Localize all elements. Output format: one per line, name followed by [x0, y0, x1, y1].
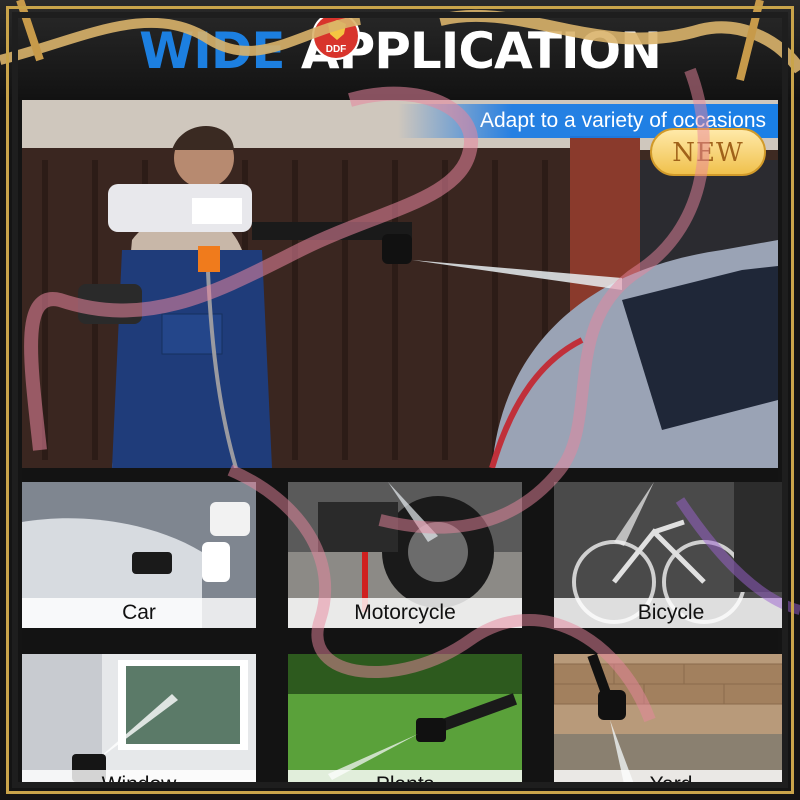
brand-logo: DDF — [312, 12, 360, 60]
tile-window: Window — [22, 654, 256, 784]
application-grid: Car Motorcycle Bicycle — [22, 468, 788, 784]
yard-photo — [554, 654, 788, 784]
tile-label-yard: Yard — [554, 770, 788, 784]
tile-label-bicycle: Bicycle — [554, 598, 788, 628]
tile-motorcycle: Motorcycle — [288, 482, 522, 628]
window-photo — [22, 654, 256, 784]
tile-plants: Plants — [288, 654, 522, 784]
new-badge: NEW — [650, 128, 766, 176]
tile-label-car: Car — [22, 598, 256, 628]
title-word-wide: WIDE — [139, 22, 285, 80]
page-title: WIDE APPLICATION — [0, 22, 800, 80]
shield-icon — [328, 20, 346, 40]
plants-photo — [288, 654, 522, 784]
tile-label-plants: Plants — [288, 770, 522, 784]
tile-label-window: Window — [22, 770, 256, 784]
header: DDF WIDE APPLICATION — [0, 0, 800, 100]
tile-yard: Yard — [554, 654, 788, 784]
logo-text: DDF — [325, 44, 347, 55]
tile-bicycle: Bicycle — [554, 482, 788, 628]
tile-car: Car — [22, 482, 256, 628]
tile-label-motorcycle: Motorcycle — [288, 598, 522, 628]
